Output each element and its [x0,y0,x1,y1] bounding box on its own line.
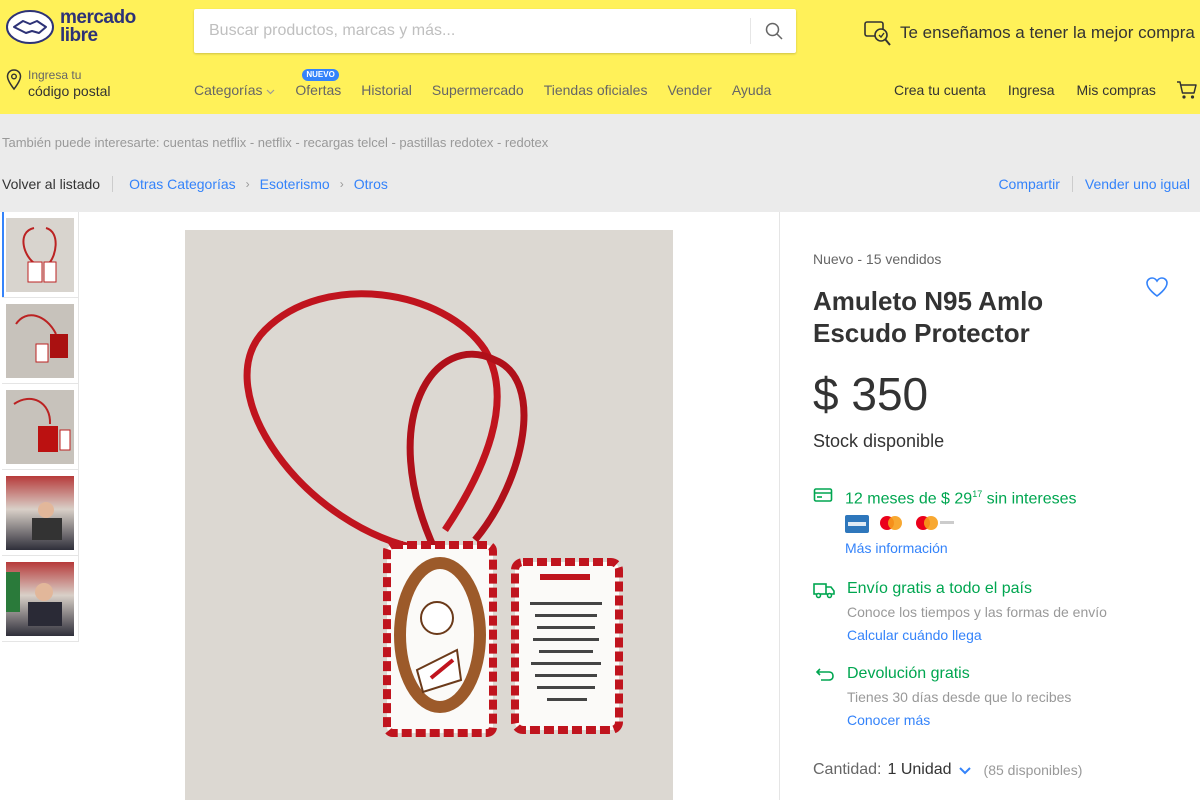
location-selector[interactable]: Ingresa tu código postal [6,68,111,100]
header: mercado libre Te enseñamos a tener la me… [0,0,1200,114]
thumbnail[interactable] [2,384,79,470]
sell-same-link[interactable]: Vender uno igual [1085,176,1190,192]
share-link[interactable]: Compartir [998,176,1059,192]
back-to-list-link[interactable]: Volver al listado [2,176,114,192]
nav-ayuda[interactable]: Ayuda [732,82,771,98]
logo[interactable]: mercado libre [6,7,136,46]
promo-text: Te enseñamos a tener la mejor compra [900,23,1195,42]
calculate-delivery-link[interactable]: Calcular cuándo llega [847,625,1107,645]
breadcrumb: Volver al listado Otras Categorías › Eso… [2,176,388,192]
related-searches[interactable]: También puede interesarte: cuentas netfl… [2,135,548,150]
main-product-image[interactable] [185,230,673,800]
chevron-down-icon [958,766,971,774]
installments-section: 12 meses de $ 2917 sin intereses Más inf… [813,484,1076,558]
press-photo-thumbnail [6,475,74,550]
page-actions: Compartir Vender uno igual [998,176,1190,192]
nav-vender[interactable]: Vender [667,82,711,98]
main-nav: Categorías NUEVO Ofertas Historial Superm… [194,69,771,98]
free-shipping-text: Envío gratis a todo el país [847,580,1032,597]
user-nav: Crea tu cuenta Ingresa Mis compras [894,82,1156,98]
credit-card-icon [813,488,833,502]
column-divider [779,212,780,800]
heart-icon [1146,277,1168,297]
chevron-down-icon [266,89,275,95]
handshake-logo-icon [6,10,54,44]
login-link[interactable]: Ingresa [1008,82,1055,98]
return-arrow-icon [815,668,834,681]
thumbnail[interactable] [2,470,79,556]
breadcrumb-item[interactable]: Esoterismo [260,176,330,192]
quantity-value[interactable]: 1 Unidad [888,761,952,779]
amex-card-icon [845,515,869,534]
truck-icon [813,583,835,599]
stock-status: Stock disponible [813,431,945,451]
breadcrumb-item[interactable]: Otros [354,176,388,192]
search-input[interactable] [194,9,750,53]
thumbnail[interactable] [2,556,79,642]
thumbnail[interactable] [2,212,79,298]
quantity-label: Cantidad: [813,761,882,778]
mastercard-debit-icon [916,516,954,531]
favorite-button[interactable] [1145,276,1169,303]
shipping-section: Envío gratis a todo el país Conoce los t… [813,579,1107,645]
product-thumbnail-image [6,217,74,292]
available-units: (85 disponibles) [983,762,1083,778]
my-purchases-link[interactable]: Mis compras [1077,82,1156,98]
create-account-link[interactable]: Crea tu cuenta [894,82,986,98]
breadcrumb-item[interactable]: Otras Categorías [129,176,236,192]
shipping-subtext: Conoce los tiempos y las formas de envío [847,604,1107,620]
mastercard-icon [880,516,902,531]
payment-methods [845,514,1076,534]
thumbnail-gallery [2,212,79,642]
press-photo-thumbnail [6,561,74,636]
cart-button[interactable] [1176,79,1198,106]
search-bar [194,9,796,53]
product-thumbnail-image [6,389,74,464]
learn-more-link[interactable]: Conocer más [847,710,1071,730]
amulet-illustration [243,290,623,737]
nav-supermercado[interactable]: Supermercado [432,82,524,98]
quantity-selector[interactable]: Cantidad: 1 Unidad (85 disponibles) [813,761,1082,779]
chevron-right-icon: › [339,177,344,191]
more-info-link[interactable]: Más información [845,538,1076,558]
location-pin-icon [6,69,22,91]
location-value: código postal [28,83,111,99]
nav-tiendas-oficiales[interactable]: Tiendas oficiales [544,82,648,98]
search-button[interactable] [750,18,796,44]
location-label: Ingresa tu [28,68,82,82]
product-thumbnail-image [6,303,74,378]
thumbnail[interactable] [2,298,79,384]
condition-and-sales: Nuevo - 15 vendidos [813,251,942,267]
new-badge: NUEVO [302,69,339,81]
free-return-text: Devolución gratis [847,665,970,682]
nav-ofertas[interactable]: NUEVO Ofertas [295,69,341,98]
product-card: Nuevo - 15 vendidos Amuleto N95 Amlo Esc… [0,212,1200,800]
shopping-guide-icon [864,21,891,46]
divider [1071,176,1073,192]
installments-text: 12 meses de $ 2917 sin intereses [845,489,1077,508]
price: $ 350 [813,368,929,420]
logo-text: mercado libre [60,7,136,46]
nav-historial[interactable]: Historial [361,82,412,98]
product-title: Amuleto N95 Amlo Escudo Protector [813,286,1044,348]
returns-section: Devolución gratis Tienes 30 días desde q… [813,664,1071,730]
cart-icon [1177,81,1197,99]
nav-categorias[interactable]: Categorías [194,82,275,98]
return-subtext: Tienes 30 días desde que lo recibes [847,689,1072,705]
chevron-right-icon: › [245,177,250,191]
promo-banner[interactable]: Te enseñamos a tener la mejor compra [862,18,1195,48]
search-icon [765,22,783,40]
